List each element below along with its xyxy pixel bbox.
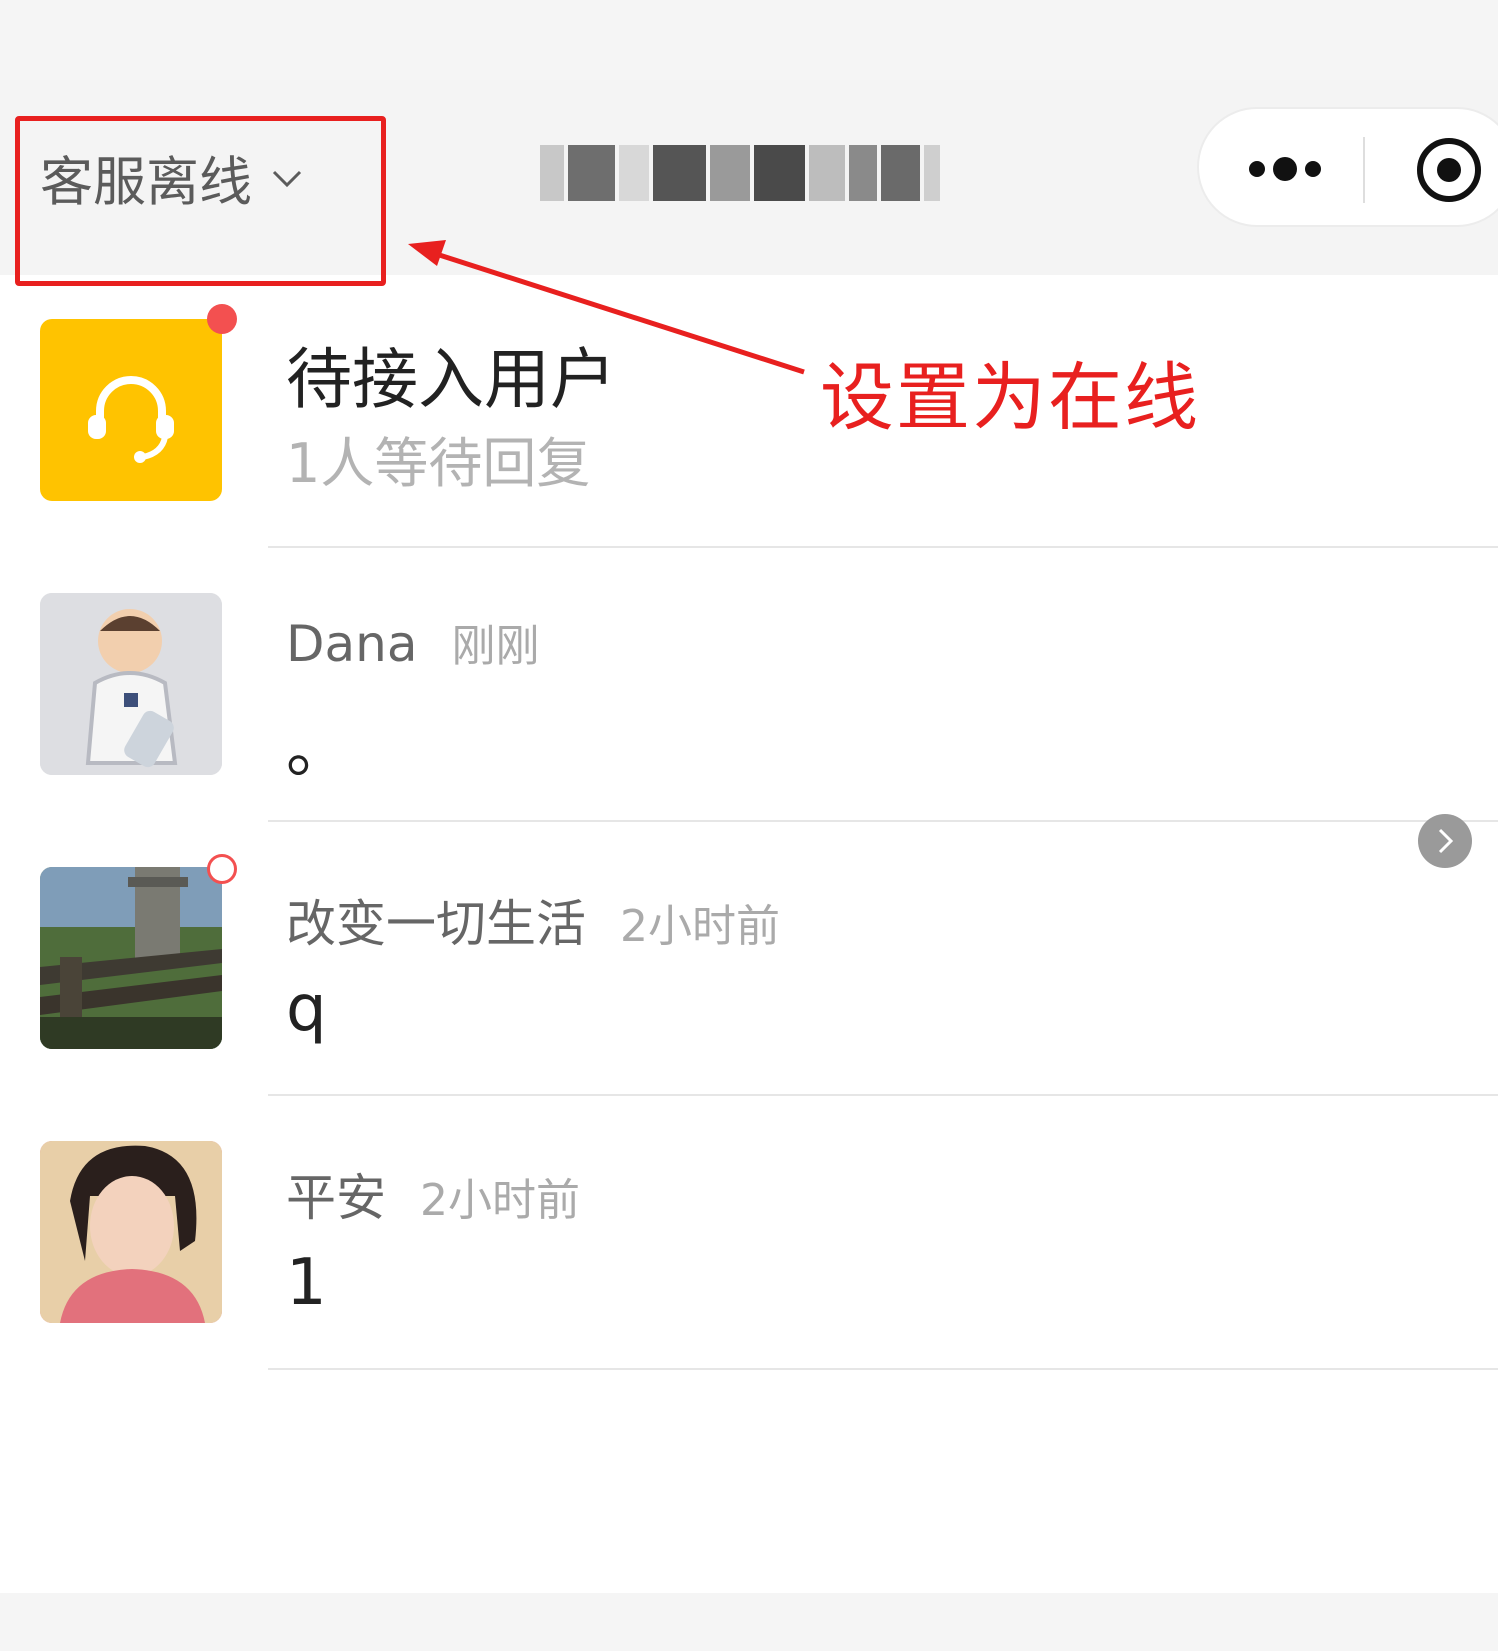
status-bar bbox=[0, 0, 1498, 80]
more-dots-icon[interactable] bbox=[1247, 151, 1327, 187]
contact-name: Dana bbox=[286, 615, 418, 673]
avatar bbox=[40, 593, 222, 775]
last-message: q bbox=[286, 972, 327, 1046]
blurred-page-title bbox=[540, 140, 940, 206]
last-message: 。 bbox=[286, 713, 350, 787]
message-time: 2小时前 bbox=[420, 1175, 580, 1226]
contact-name: 改变一切生活 bbox=[286, 895, 586, 953]
contact-name: 平安 bbox=[286, 1169, 386, 1227]
portrait-photo-avatar bbox=[40, 1141, 222, 1323]
message-time: 刚刚 bbox=[451, 621, 540, 672]
conversation-header: Dana 刚刚 bbox=[286, 610, 539, 674]
last-message: 1 bbox=[286, 1246, 327, 1320]
record-close-icon[interactable] bbox=[1414, 135, 1484, 205]
conversation-header: 平安 2小时前 bbox=[286, 1158, 580, 1230]
landscape-photo-avatar bbox=[40, 867, 222, 1049]
pending-users-avatar bbox=[40, 319, 222, 501]
unread-badge bbox=[207, 854, 237, 884]
highlight-box bbox=[15, 116, 386, 286]
conversation-row[interactable]: Dana 刚刚 。 bbox=[0, 548, 1498, 822]
pending-users-subtitle: 1人等待回复 bbox=[286, 432, 591, 495]
pending-users-row[interactable]: 待接入用户 1人等待回复 bbox=[0, 274, 1498, 548]
avatar bbox=[40, 867, 222, 1049]
headset-icon bbox=[88, 376, 174, 463]
bottom-bar bbox=[0, 1593, 1498, 1651]
message-time: 2小时前 bbox=[620, 901, 780, 952]
mini-program-capsule bbox=[1197, 107, 1498, 227]
conversation-header: 改变一切生活 2小时前 bbox=[286, 884, 780, 956]
page: 客服离线 设置为在线 待接入用户 1人等待回复 Dana 刚刚 。 改变一切生活… bbox=[0, 0, 1498, 1651]
row-divider bbox=[268, 1368, 1498, 1370]
pending-users-title: 待接入用户 bbox=[286, 341, 616, 418]
conversation-row[interactable]: 改变一切生活 2小时前 q bbox=[0, 822, 1498, 1096]
scroll-handle[interactable] bbox=[1418, 814, 1472, 868]
baby-photo-avatar bbox=[40, 593, 222, 775]
chevron-right-icon bbox=[1438, 828, 1454, 854]
conversation-row[interactable]: 平安 2小时前 1 bbox=[0, 1096, 1498, 1370]
unread-badge bbox=[207, 304, 237, 334]
avatar bbox=[40, 1141, 222, 1323]
capsule-divider bbox=[1363, 137, 1365, 203]
